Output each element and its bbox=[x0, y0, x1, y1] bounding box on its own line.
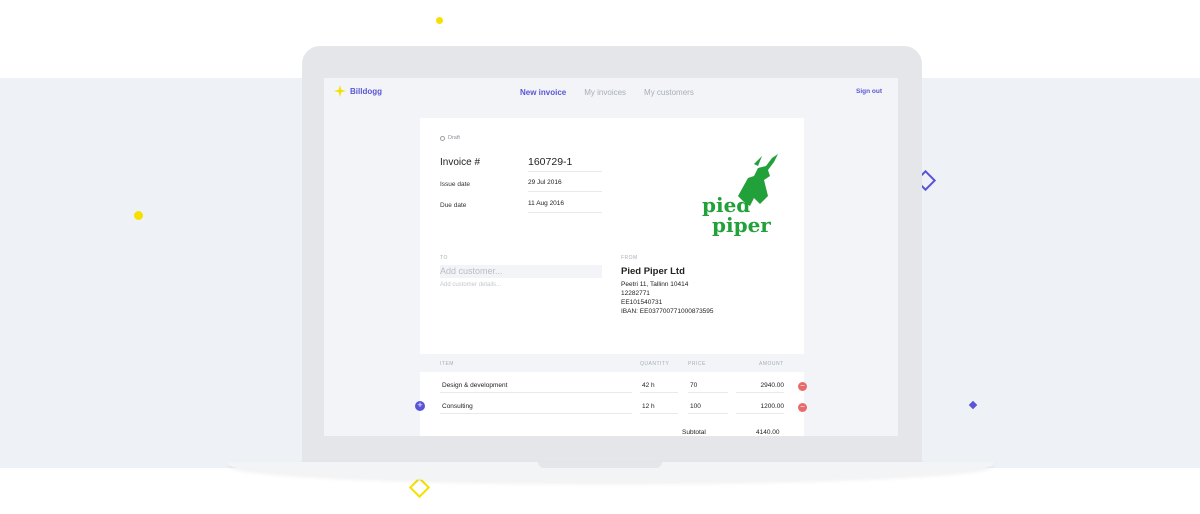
column-header-item: ITEM bbox=[440, 361, 454, 367]
status-dot-icon bbox=[440, 135, 445, 141]
item-price-field[interactable]: 70 bbox=[688, 379, 728, 393]
sparkle-icon bbox=[334, 85, 346, 97]
invoice-number-label: Invoice # bbox=[440, 157, 481, 168]
item-name-field[interactable]: Consulting bbox=[440, 400, 632, 414]
subtotal-label: Subtotal bbox=[682, 429, 706, 436]
invoice-document: Draft Invoice # 160729-1 Issue date 29 J… bbox=[420, 118, 807, 436]
minus-icon: − bbox=[800, 381, 805, 390]
column-header-amount: AMOUNT bbox=[759, 361, 784, 367]
yellow-dot-decoration bbox=[436, 17, 443, 24]
items-table-header: ITEM QUANTITY PRICE AMOUNT bbox=[420, 354, 804, 372]
nav-my-invoices[interactable]: My invoices bbox=[584, 88, 626, 97]
from-iban: IBAN: EE037700771000873595 bbox=[621, 308, 714, 315]
app-screen: Billdogg New invoice My invoices My cust… bbox=[324, 78, 898, 436]
item-quantity-field[interactable]: 12 h bbox=[640, 400, 678, 414]
to-section-label: TO bbox=[440, 255, 448, 261]
from-company-name: Pied Piper Ltd bbox=[621, 266, 685, 277]
plus-icon: + bbox=[417, 400, 423, 410]
item-name-field[interactable]: Design & development bbox=[440, 379, 632, 393]
minus-icon: − bbox=[800, 402, 805, 411]
issue-date-label: Issue date bbox=[440, 181, 470, 188]
table-row: Design & development 42 h 70 2940.00 − bbox=[420, 376, 807, 396]
nav-new-invoice[interactable]: New invoice bbox=[520, 88, 566, 97]
logo-word-piper: piper bbox=[712, 213, 771, 237]
laptop-notch bbox=[538, 462, 662, 468]
top-navigation-bar: Billdogg New invoice My invoices My cust… bbox=[324, 78, 898, 106]
subtotal-value: 4140.00 bbox=[756, 429, 780, 436]
from-reg-code: 12282771 bbox=[621, 290, 650, 297]
status-badge: Draft bbox=[440, 135, 460, 141]
item-amount: 2940.00 bbox=[736, 379, 784, 393]
issue-date-field[interactable]: 29 Jul 2016 bbox=[528, 179, 602, 192]
item-quantity-field[interactable]: 42 h bbox=[640, 379, 678, 393]
add-customer-details-input[interactable]: Add customer details... bbox=[440, 282, 501, 288]
due-date-field[interactable]: 11 Aug 2016 bbox=[528, 200, 602, 213]
sign-out-link[interactable]: Sign out bbox=[856, 88, 882, 95]
company-logo[interactable]: pied piper bbox=[698, 152, 788, 238]
from-vat: EE101540731 bbox=[621, 299, 663, 306]
item-price-field[interactable]: 100 bbox=[688, 400, 728, 414]
yellow-dot-decoration bbox=[134, 211, 143, 220]
from-section-label: FROM bbox=[621, 255, 638, 261]
remove-row-button[interactable]: − bbox=[798, 403, 807, 412]
table-row: Consulting 12 h 100 1200.00 − bbox=[420, 397, 807, 417]
yellow-diamond-outline-decoration bbox=[408, 476, 431, 499]
app-logo[interactable]: Billdogg bbox=[334, 85, 382, 97]
add-row-button[interactable]: + bbox=[415, 401, 425, 411]
column-header-price: PRICE bbox=[688, 361, 706, 367]
due-date-label: Due date bbox=[440, 202, 467, 209]
main-nav: New invoice My invoices My customers bbox=[520, 88, 694, 97]
item-amount: 1200.00 bbox=[736, 400, 784, 414]
nav-my-customers[interactable]: My customers bbox=[644, 88, 694, 97]
status-label: Draft bbox=[448, 135, 460, 141]
app-name: Billdogg bbox=[350, 86, 382, 96]
invoice-number-field[interactable]: 160729-1 bbox=[528, 156, 602, 172]
add-customer-input[interactable]: Add customer... bbox=[440, 265, 602, 278]
column-header-quantity: QUANTITY bbox=[640, 361, 670, 367]
from-address: Peetri 11, Tallinn 10414 bbox=[621, 281, 689, 288]
remove-row-button[interactable]: − bbox=[798, 382, 807, 391]
